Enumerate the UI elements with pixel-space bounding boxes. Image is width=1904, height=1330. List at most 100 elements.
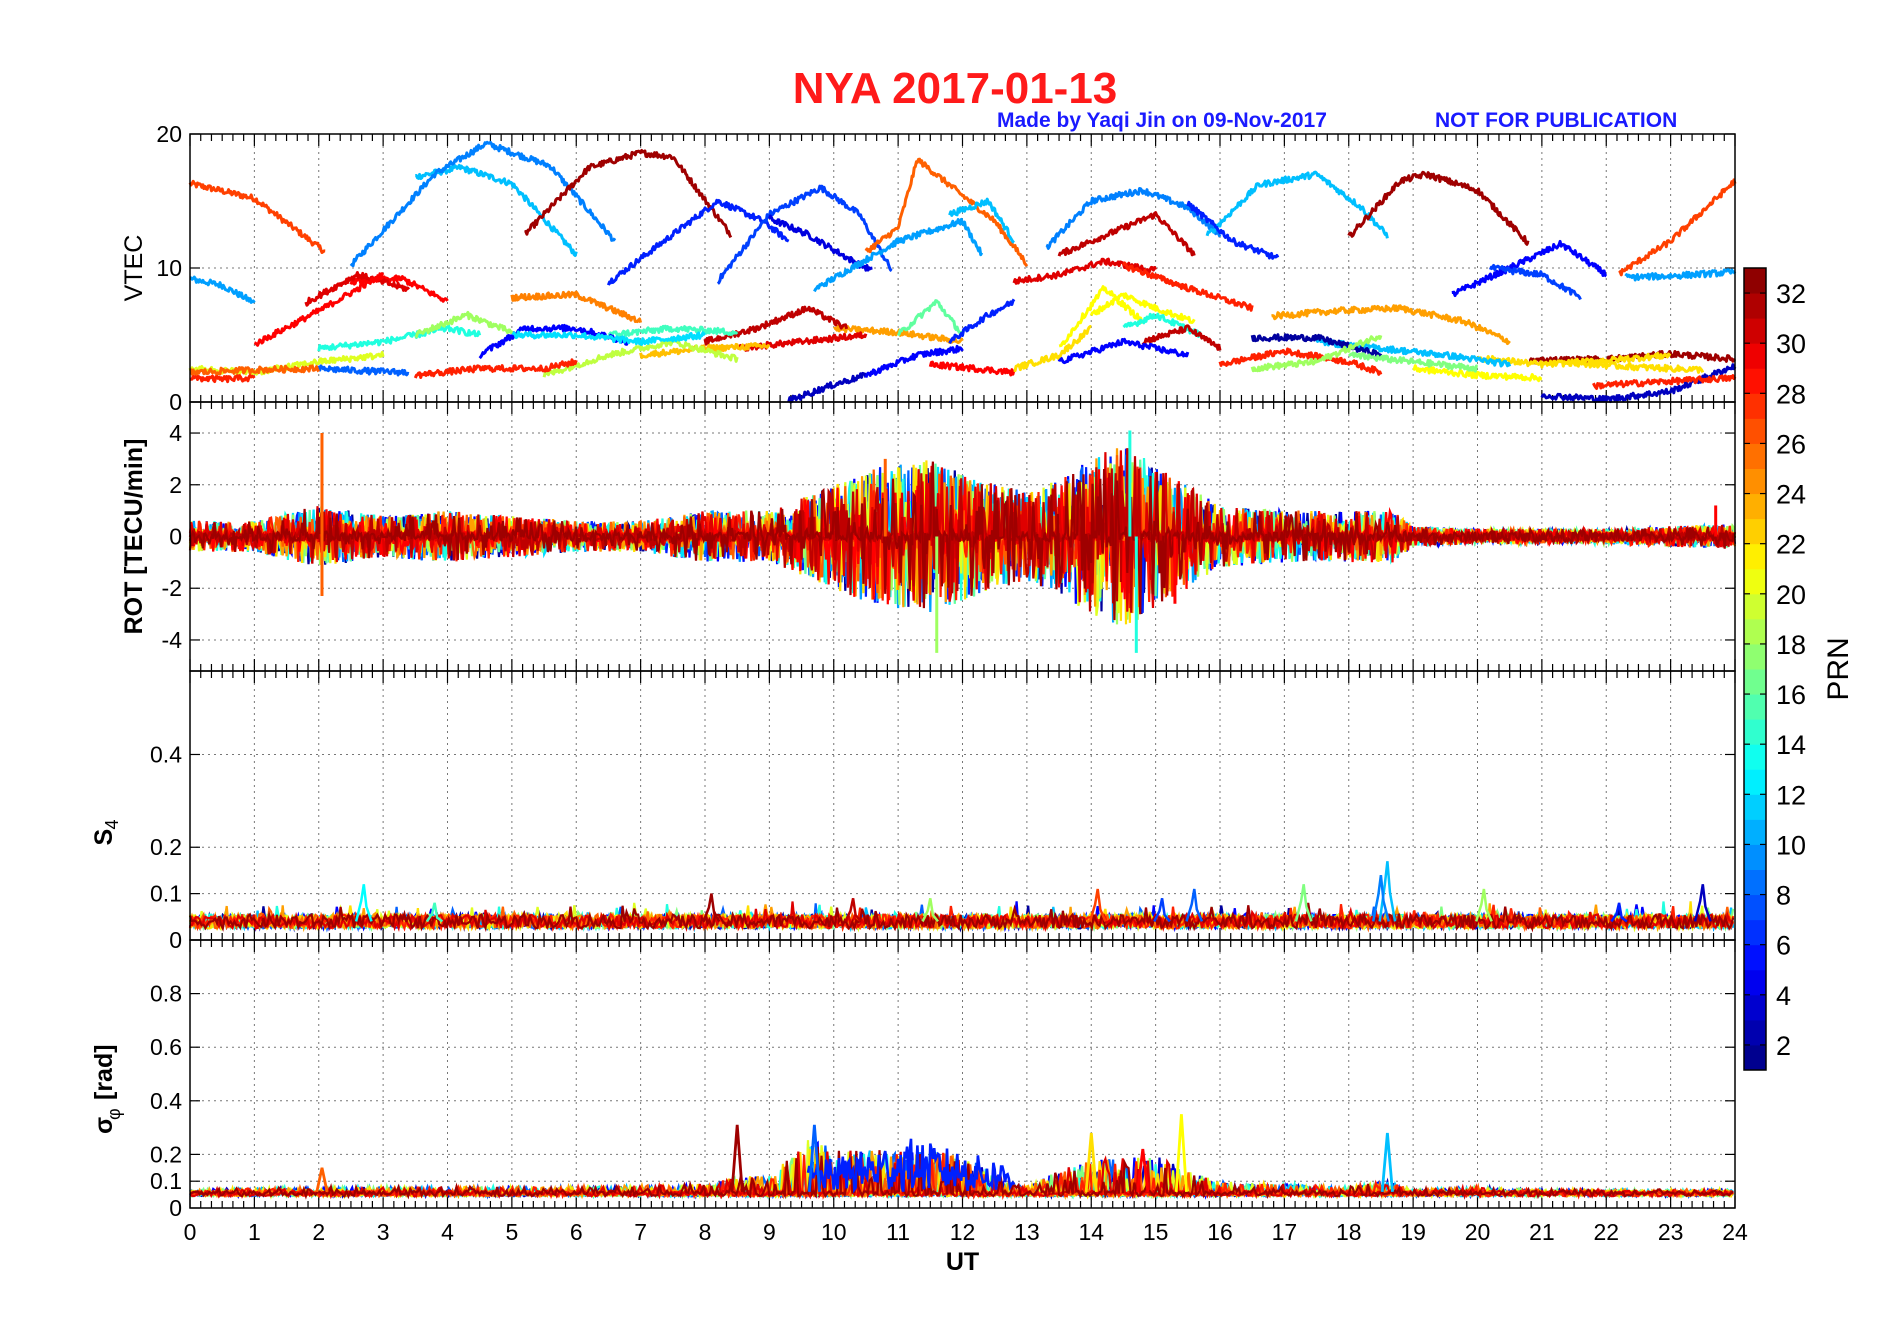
x-tick-label: 5: [505, 1219, 518, 1245]
colorbar-segment: [1744, 719, 1766, 745]
colorbar-tick-label: 14: [1776, 730, 1806, 760]
vtec-series-line: [1205, 170, 1389, 239]
vtec-series-line: [1013, 325, 1092, 373]
colorbar-segment: [1744, 769, 1766, 795]
panel-s4: 0 0.1 0.2 0.4 S4: [90, 671, 1736, 953]
y-tick-label: 0.8: [150, 981, 182, 1007]
vtec-series-line: [1618, 178, 1737, 277]
colorbar-segment: [1744, 1019, 1766, 1046]
vtec-series-line: [1592, 374, 1737, 390]
vtec-series-line: [349, 274, 449, 303]
colorbar-tick-label: 16: [1776, 680, 1806, 710]
x-tick-label: 6: [570, 1219, 583, 1245]
y-tick-label: 0: [169, 927, 182, 953]
colorbar-segment: [1744, 944, 1766, 971]
vtec-series-line: [317, 324, 482, 352]
colorbar-segment: [1744, 919, 1766, 946]
x-tick-label: 17: [1272, 1219, 1298, 1245]
vtec-series-line: [349, 140, 617, 268]
credit-note: Made by Yaqi Jin on 09-Nov-2017: [997, 109, 1327, 132]
x-tick-label: 15: [1143, 1219, 1169, 1245]
vtec-series-line: [1089, 292, 1196, 324]
colorbar-label: PRN: [1822, 637, 1855, 700]
y-tick-label: 4: [169, 420, 182, 446]
vtec-series-line: [864, 157, 1029, 268]
prn-colorbar: 2468101214161820222426283032PRN: [1743, 267, 1855, 1071]
colorbar-tick-label: 24: [1776, 480, 1806, 510]
colorbar-tick-label: 30: [1776, 329, 1806, 359]
vtec-series-line: [1347, 170, 1530, 246]
x-tick-label: 14: [1078, 1219, 1104, 1245]
colorbar-tick-label: 4: [1776, 981, 1791, 1011]
colorbar-segment: [1744, 568, 1766, 595]
x-tick-label: 0: [184, 1219, 197, 1245]
x-tick-label: 20: [1465, 1219, 1491, 1245]
colorbar-segment: [1744, 543, 1766, 570]
x-tick-label: 21: [1529, 1219, 1555, 1245]
y-tick-label: 0.2: [150, 1141, 182, 1167]
colorbar-segment: [1744, 794, 1766, 820]
panel-rot: -4 -2 0 2 4 ROT [TECU/min]: [120, 402, 1737, 671]
colorbar-segment: [1744, 869, 1766, 896]
colorbar-segment: [1744, 368, 1766, 394]
y-tick-label: 0.1: [150, 1168, 182, 1194]
colorbar-segment: [1744, 744, 1766, 770]
vtec-series-line: [414, 163, 578, 257]
colorbar-tick-label: 6: [1776, 931, 1791, 961]
vtec-series-line: [189, 275, 256, 304]
y-axis-label: VTEC: [120, 235, 148, 302]
colorbar-segment: [1744, 643, 1766, 670]
vtec-series-line: [606, 198, 790, 286]
y-tick-label: 0: [169, 1195, 182, 1221]
colorbar-segment: [1744, 443, 1766, 469]
panel-vtec: 0 10 20 VTEC: [120, 121, 1737, 415]
vtec-series-line: [1489, 263, 1582, 301]
x-tick-label: 3: [377, 1219, 390, 1245]
colorbar-tick-label: 22: [1776, 530, 1806, 560]
y-tick-label: 0.2: [150, 834, 182, 860]
colorbar-segment: [1744, 669, 1766, 695]
colorbar-segment: [1744, 468, 1766, 495]
colorbar-tick-label: 26: [1776, 429, 1806, 459]
colorbar-segment: [1744, 844, 1766, 870]
colorbar-segment: [1744, 593, 1766, 620]
colorbar-segment: [1744, 994, 1766, 1021]
colorbar-segment: [1744, 518, 1766, 545]
vtec-series-line: [1572, 359, 1705, 374]
y-tick-label: 0: [169, 524, 182, 550]
x-axis-label: UT: [946, 1248, 979, 1276]
vtec-series-line: [1045, 187, 1222, 250]
vtec-series-line: [787, 371, 868, 404]
colorbar-segment: [1744, 969, 1766, 996]
x-tick-label: 18: [1336, 1219, 1362, 1245]
y-tick-label: 0.6: [150, 1034, 182, 1060]
x-tick-label: 23: [1658, 1219, 1684, 1245]
x-tick-label: 16: [1207, 1219, 1233, 1245]
vtec-series-line: [524, 149, 733, 239]
x-tick-label: 7: [634, 1219, 647, 1245]
y-tick-label: -2: [162, 575, 182, 601]
vtec-series-line: [948, 298, 1016, 345]
colorbar-tick-label: 32: [1776, 279, 1806, 309]
y-tick-label: 10: [156, 255, 182, 281]
y-axis-label-units: [rad]: [90, 1044, 118, 1100]
vtec-series-line: [189, 373, 256, 384]
y-tick-label: 20: [156, 121, 182, 147]
vtec-series-line: [736, 331, 868, 352]
vtec-series-line: [896, 299, 964, 337]
colorbar-segment: [1744, 268, 1766, 294]
colorbar-segment: [1744, 618, 1766, 645]
colorbar-segment: [1744, 293, 1766, 319]
colorbar-tick-label: 8: [1776, 881, 1791, 911]
vtec-series-line: [188, 179, 326, 254]
colorbar-segment: [1744, 819, 1766, 845]
x-tick-label: 11: [886, 1219, 910, 1245]
colorbar-segment: [1744, 318, 1766, 344]
y-tick-label: 2: [169, 472, 182, 498]
figure: NYA 2017-01-13 Made by Yaqi Jin on 09-No…: [90, 64, 1855, 1276]
panels: 01020VTEC-4-2024ROT [TECU/min]00.10.20.4…: [90, 121, 1748, 1276]
colorbar-tick-label: 18: [1776, 630, 1806, 660]
x-tick-label: 19: [1400, 1219, 1426, 1245]
panel-sigma_phi: 00.10.20.40.60.80 1 2 3 4 5 6 7 8 9 10 11 12 13 14 15 16…: [90, 940, 1748, 1276]
x-tick-label: 4: [441, 1219, 454, 1245]
